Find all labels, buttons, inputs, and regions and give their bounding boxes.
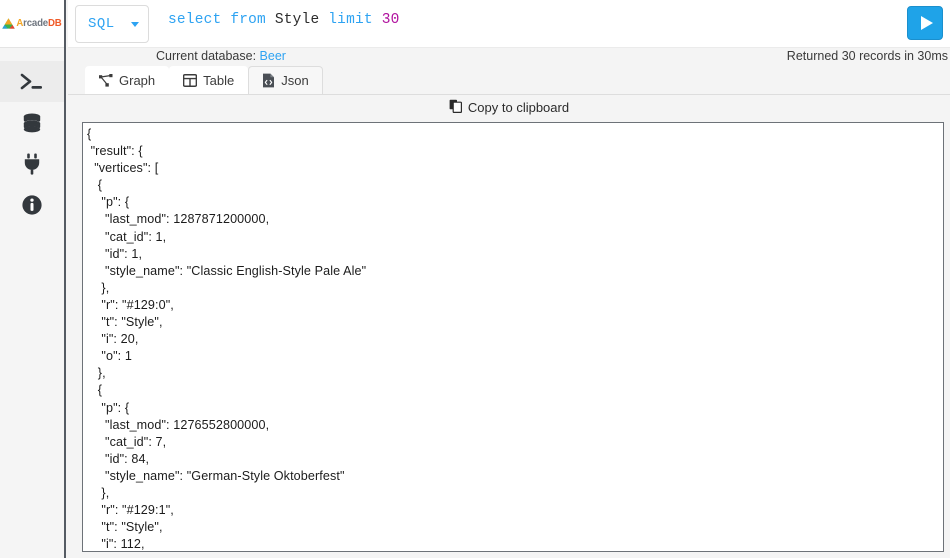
database-icon [21, 112, 43, 134]
tab-graph-label: Graph [119, 73, 156, 88]
sidebar-item-api[interactable] [0, 143, 64, 184]
arcadedb-mountain-logo-icon [2, 18, 16, 29]
arcadedb-studio-window: ArcadeDB SQL select from Style limit 30 … [0, 0, 950, 558]
tab-graph[interactable]: Graph [85, 66, 170, 94]
query-token-style: Style [274, 12, 320, 28]
query-token-30: 30 [381, 12, 400, 28]
logo-text-rcade: rcade [23, 17, 49, 29]
play-icon [920, 16, 933, 30]
tab-json-label: Json [281, 73, 309, 88]
json-file-icon [262, 73, 275, 88]
sidebar-item-database[interactable] [0, 102, 64, 143]
copy-to-clipboard-label: Copy to clipboard [467, 100, 570, 115]
query-token-limit: limit [328, 12, 373, 28]
language-select-value: SQL [88, 16, 115, 32]
query-input[interactable]: select from Style limit 30 [168, 12, 400, 28]
plug-icon [21, 152, 43, 176]
sidebar-item-info[interactable] [0, 184, 64, 225]
info-circle-icon [21, 194, 43, 216]
json-result-text: { "result": { "vertices": [ { "p": { "la… [87, 127, 367, 552]
sidebar-nav [0, 48, 64, 225]
copy-to-clipboard-button[interactable]: Copy to clipboard [449, 99, 569, 116]
sidebar-item-console[interactable] [0, 61, 64, 102]
result-view-tabs: Graph Table Json [85, 66, 323, 94]
app-logo-text: ArcadeDB [17, 17, 62, 29]
query-token-from: from [230, 12, 266, 28]
logo-text-db: DB [48, 17, 62, 29]
sidebar: ArcadeDB [0, 0, 66, 558]
app-logo[interactable]: ArcadeDB [0, 0, 64, 48]
language-select[interactable]: SQL [75, 5, 149, 43]
terminal-icon [19, 71, 45, 93]
records-returned-label: Returned 30 records in 30ms [786, 49, 948, 63]
tab-table-label: Table [203, 73, 235, 88]
table-grid-icon [183, 74, 198, 87]
graph-nodes-icon [99, 73, 113, 88]
current-database-name[interactable]: Beer [260, 49, 286, 63]
query-token-select: select [168, 12, 222, 28]
current-database-label: Current database: Beer [156, 49, 286, 63]
copy-toolbar: Copy to clipboard [68, 94, 950, 120]
tab-table[interactable]: Table [169, 66, 249, 94]
status-bar: Current database: Beer Returned 30 recor… [68, 48, 950, 67]
copy-icon [449, 99, 462, 116]
query-toolbar: SQL select from Style limit 30 [68, 0, 950, 48]
json-result-panel[interactable]: { "result": { "vertices": [ { "p": { "la… [82, 122, 944, 552]
chevron-down-icon [131, 21, 139, 27]
tab-json[interactable]: Json [248, 66, 323, 94]
current-database-prefix: Current database: [156, 49, 260, 63]
run-query-button[interactable] [907, 6, 943, 40]
